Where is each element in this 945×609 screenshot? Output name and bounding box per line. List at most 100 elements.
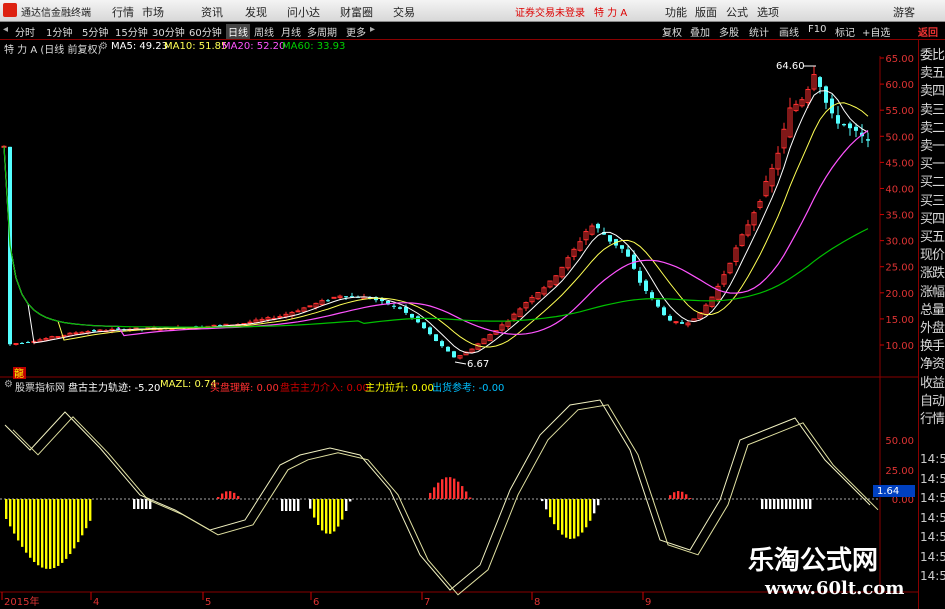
indicator-bar-red <box>237 496 240 499</box>
side-panel-item[interactable]: 自动 <box>920 390 945 409</box>
candle-body-down <box>866 139 870 141</box>
side-panel-item[interactable]: 买三 <box>920 190 945 209</box>
indicator-bar-red <box>429 492 432 499</box>
x-tick-label: 2015年 <box>4 595 39 608</box>
indicator-bar-yellow <box>325 499 328 534</box>
candle-body-down <box>638 270 642 283</box>
indicator-bar-yellow <box>137 499 140 509</box>
kline-chart-canvas[interactable]: 65.00 60.00 55.00 50.00 45.00 40.00 35.00 30.00… <box>0 0 945 609</box>
side-panel-item[interactable]: 净资 <box>920 353 945 372</box>
candle-body-down <box>662 307 666 316</box>
indicator-bar-red <box>669 495 672 499</box>
indicator-bar-yellow <box>81 499 84 536</box>
indicator-bar-yellow <box>773 499 776 509</box>
side-panel-item[interactable]: 买二 <box>920 171 945 190</box>
indicator-bar-yellow <box>5 499 8 519</box>
indicator-bar-red <box>229 491 232 499</box>
candle-body-down <box>26 342 30 344</box>
side-panel-item[interactable]: 买一 <box>920 153 945 172</box>
candle-body-down <box>428 327 432 335</box>
price-tick-label: 20.00 <box>885 289 914 300</box>
candle-body-up <box>307 305 313 308</box>
indicator-bar-red <box>673 492 676 499</box>
side-panel-item[interactable]: 卖一 <box>920 135 945 154</box>
side-panel-item[interactable]: 涨跌 <box>920 262 945 281</box>
quote-side-panel: 委比 卖五 卖四 卖三 卖二 卖一 买一 买二 买三 买四 买五 现价 涨跌 涨幅 总量 外盘 换手 净资 收益 自动… <box>918 40 945 609</box>
ma-lines <box>3 90 869 354</box>
settings-gear-icon[interactable]: ⚙ <box>99 41 108 52</box>
indicator-bar-red <box>685 494 688 499</box>
indicator-info: ⚙ 股票指标网 盘古主力轨迹: -5.20 MAZL: 0.74 买盘理解: 0… <box>0 378 870 394</box>
indicator-bar-yellow <box>69 499 72 555</box>
ma60-value: MA60: 33.93 <box>282 41 346 52</box>
indicator-bar-yellow <box>761 499 764 509</box>
side-panel-item[interactable]: 卖五 <box>920 62 945 81</box>
indicator-bar-yellow <box>801 499 804 509</box>
side-panel-item[interactable]: 卖四 <box>920 80 945 99</box>
candle-body-down <box>20 342 24 344</box>
x-tick-label: 5 <box>205 597 211 608</box>
side-panel-item[interactable]: 买五 <box>920 226 945 245</box>
candle-body-down <box>398 307 402 309</box>
watermark-title: 乐淘公式网 <box>748 546 879 576</box>
side-panel-item[interactable]: 外盘 <box>920 317 945 336</box>
candle-body-up <box>331 296 337 299</box>
indicator-bar-yellow <box>561 499 564 535</box>
candle-body-down <box>644 280 648 291</box>
indicator-bar-red <box>453 478 456 499</box>
side-panel-item[interactable]: 总量 <box>920 299 945 318</box>
candle-body-down <box>848 123 852 129</box>
indicator-bar-red <box>457 481 460 499</box>
side-panel-time: 14:50 <box>920 510 945 525</box>
indicator-bar-yellow <box>589 499 592 521</box>
indicator-bar-yellow <box>25 499 28 553</box>
indicator-bar-yellow <box>557 499 560 531</box>
indicator-current-value: 1.64 <box>877 486 899 497</box>
indicator-bar-yellow <box>17 499 20 541</box>
indicator-bar-yellow <box>329 499 332 534</box>
indicator-bar-yellow <box>9 499 12 527</box>
indicator-bar-yellow <box>593 499 596 514</box>
indicator-main-value: 盘古主力轨迹: -5.20 <box>68 383 161 394</box>
x-tick-label: 9 <box>645 597 651 608</box>
side-panel-item[interactable]: 卖二 <box>920 117 945 136</box>
indicator-bar-yellow <box>89 499 92 521</box>
indicator-name: 股票指标网 <box>15 383 65 394</box>
indicator-bar-yellow <box>577 499 580 537</box>
candle-body-down <box>422 322 426 329</box>
side-panel-item[interactable]: 委比 <box>920 44 945 63</box>
candle-body-down <box>416 316 420 323</box>
x-tick-label: 7 <box>424 597 430 608</box>
candle-body-up <box>247 321 253 324</box>
low-price-label: 6.67 <box>467 359 489 370</box>
indicator-bar-yellow <box>777 499 780 509</box>
chart-title: 特 力 A (日线 前复权) <box>4 45 102 56</box>
candle-body-down <box>392 305 396 307</box>
candle-body-down <box>344 296 348 298</box>
side-panel-item[interactable]: 换手 <box>920 335 945 354</box>
indicator-bar-red <box>469 497 472 499</box>
indicator-bar-red <box>677 491 680 499</box>
side-panel-item[interactable]: 收益 <box>920 372 945 391</box>
indicator-bar-yellow <box>321 499 324 531</box>
indicator-bar-yellow <box>337 499 340 527</box>
indicator-bar-yellow <box>345 499 348 511</box>
indicator-bar-red <box>449 477 452 499</box>
indicator-bar-yellow <box>573 499 576 539</box>
side-panel-item[interactable]: 卖三 <box>920 99 945 118</box>
indicator-bar-yellow <box>85 499 88 529</box>
indicator-bar-yellow <box>53 499 56 568</box>
side-panel-item[interactable]: 涨幅 <box>920 281 945 300</box>
indicator-bar-red <box>225 491 228 499</box>
low-pointer <box>454 361 467 365</box>
candle-body-up <box>73 332 79 335</box>
indicator-gear-icon[interactable]: ⚙ <box>4 379 13 390</box>
indicator-tick-label: 25.00 <box>885 466 914 477</box>
side-panel-item[interactable]: 现价 <box>920 244 945 263</box>
side-panel-item[interactable]: 买四 <box>920 208 945 227</box>
ma20-value: MA20: 52.20 <box>222 41 286 52</box>
price-tick-label: 40.00 <box>885 184 914 195</box>
indicator-bar-yellow <box>317 499 320 526</box>
side-panel-item[interactable]: 行情 <box>920 408 945 427</box>
indicator-bar-yellow <box>569 499 572 539</box>
